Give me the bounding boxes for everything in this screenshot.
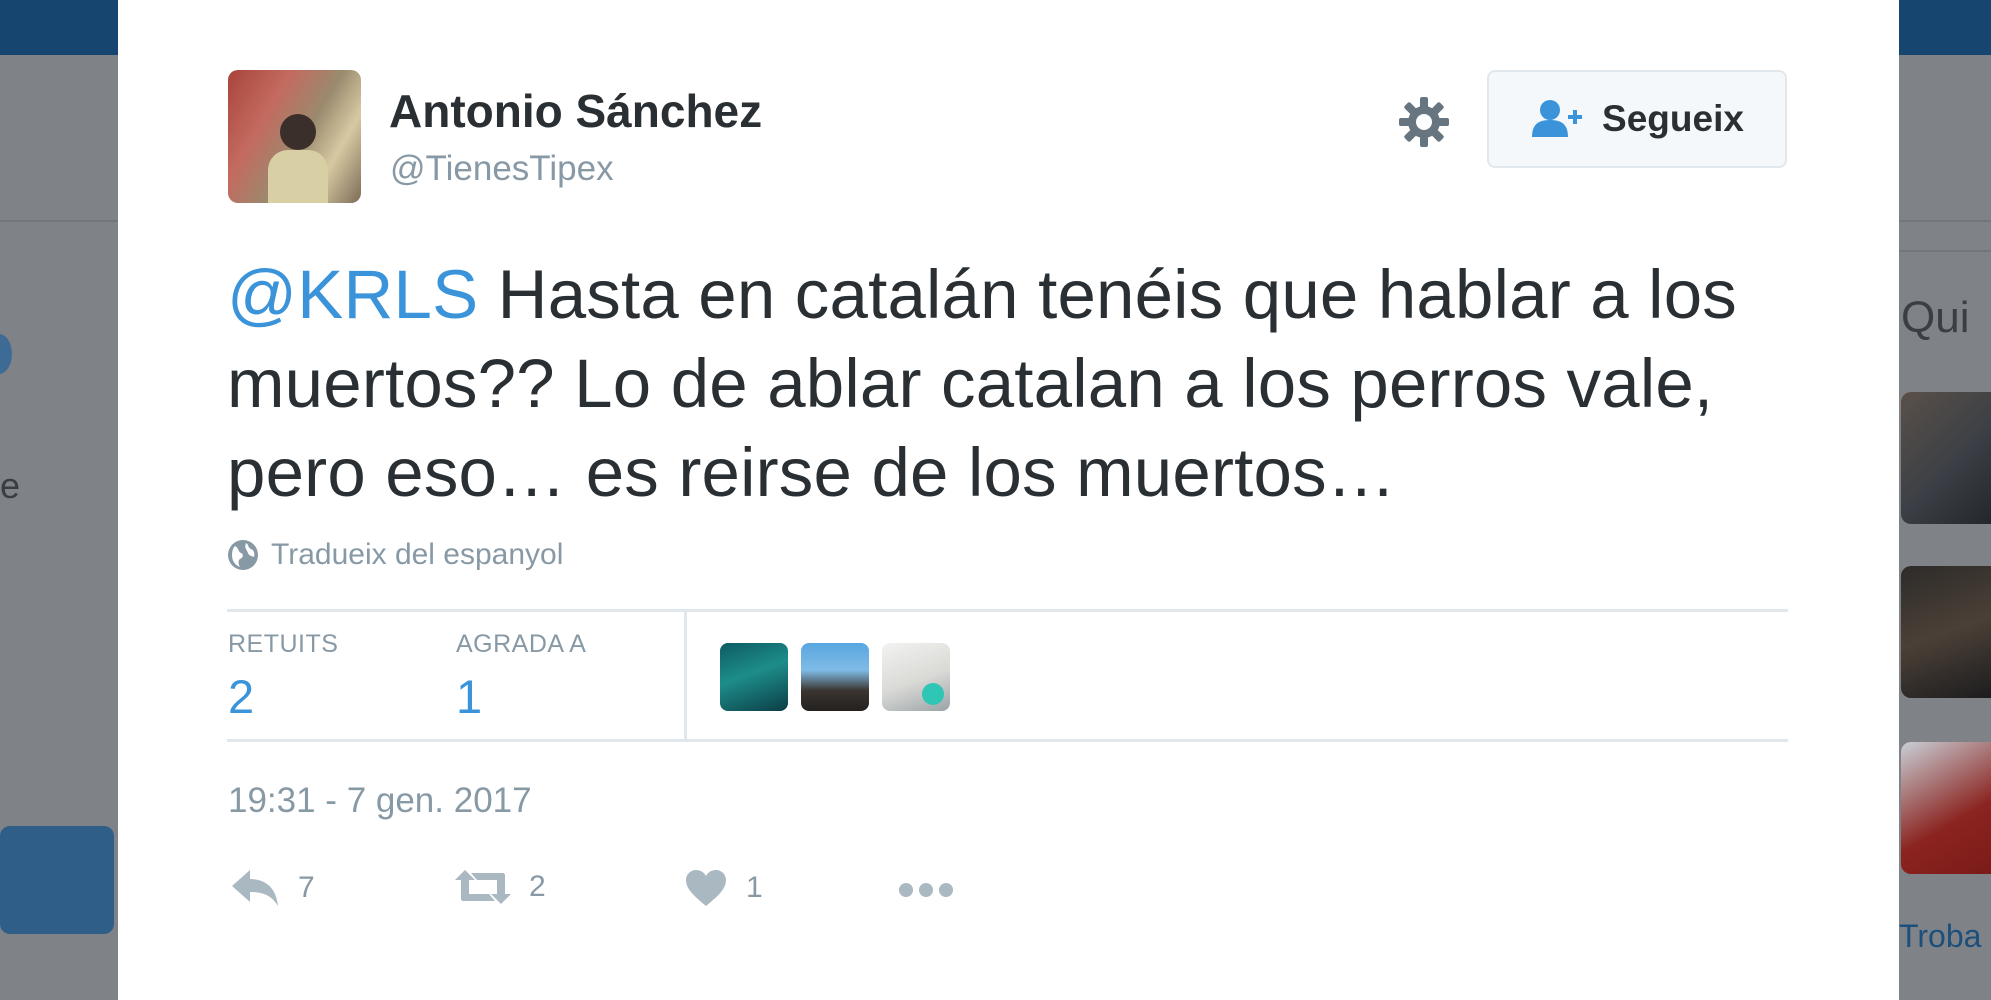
liker-avatar[interactable] (882, 643, 950, 711)
stats-divider-top (227, 609, 1788, 612)
reply-icon (232, 870, 278, 906)
suggested-user-avatar (1901, 566, 1991, 698)
reply-count: 7 (298, 871, 315, 904)
likes-label: AGRADA A (456, 630, 587, 658)
retweet-icon (455, 870, 511, 904)
tweet-text: @KRLS Hasta en catalán tenéis que hablar… (227, 250, 1787, 517)
background-divider (1899, 250, 1991, 252)
who-to-follow-heading: Qui (1901, 293, 1970, 342)
retweets-stat[interactable]: RETUITS 2 (228, 630, 339, 723)
translate-link[interactable]: Tradueix del espanyol (227, 538, 563, 572)
stats-divider-vertical (684, 612, 687, 739)
more-button[interactable] (898, 880, 954, 900)
gear-icon[interactable] (1398, 96, 1450, 148)
liker-avatar[interactable] (801, 643, 869, 711)
follow-button-label: Segueix (1602, 98, 1744, 139)
author-avatar[interactable] (228, 70, 361, 203)
background-divider (1899, 220, 1991, 222)
background-text-fragment: e (0, 465, 21, 506)
more-icon (899, 883, 953, 897)
retweets-label: RETUITS (228, 630, 339, 658)
tweet-timestamp[interactable]: 19:31 - 7 gen. 2017 (228, 783, 532, 818)
likes-stat[interactable]: AGRADA A 1 (456, 630, 587, 723)
mention-link[interactable]: @KRLS (227, 256, 478, 333)
author-name[interactable]: Antonio Sánchez (389, 86, 762, 137)
globe-icon (228, 540, 258, 570)
reply-button[interactable]: 7 (230, 868, 315, 908)
avatar-badge (922, 683, 944, 705)
liker-avatar[interactable] (720, 643, 788, 711)
follow-button[interactable]: Segueix (1487, 70, 1787, 168)
background-divider (0, 220, 118, 222)
suggested-user-avatar (1901, 742, 1991, 874)
follow-user-icon (1532, 100, 1583, 137)
like-count: 1 (746, 871, 763, 904)
likes-value: 1 (456, 670, 483, 723)
avatar-person-head (280, 114, 316, 150)
background-button (0, 826, 114, 934)
like-button[interactable]: 1 (684, 868, 763, 908)
translate-label: Tradueix del espanyol (271, 538, 564, 571)
retweet-count: 2 (529, 870, 546, 903)
retweets-value: 2 (228, 670, 255, 723)
avatar-person-body (268, 150, 328, 203)
author-handle[interactable]: @TienesTipex (390, 149, 614, 189)
stats-divider-bottom (227, 739, 1788, 742)
heart-icon (686, 870, 726, 906)
retweet-button[interactable]: 2 (455, 868, 546, 906)
find-people-link: Troba (1899, 918, 1982, 954)
suggested-user-avatar (1901, 392, 1991, 524)
